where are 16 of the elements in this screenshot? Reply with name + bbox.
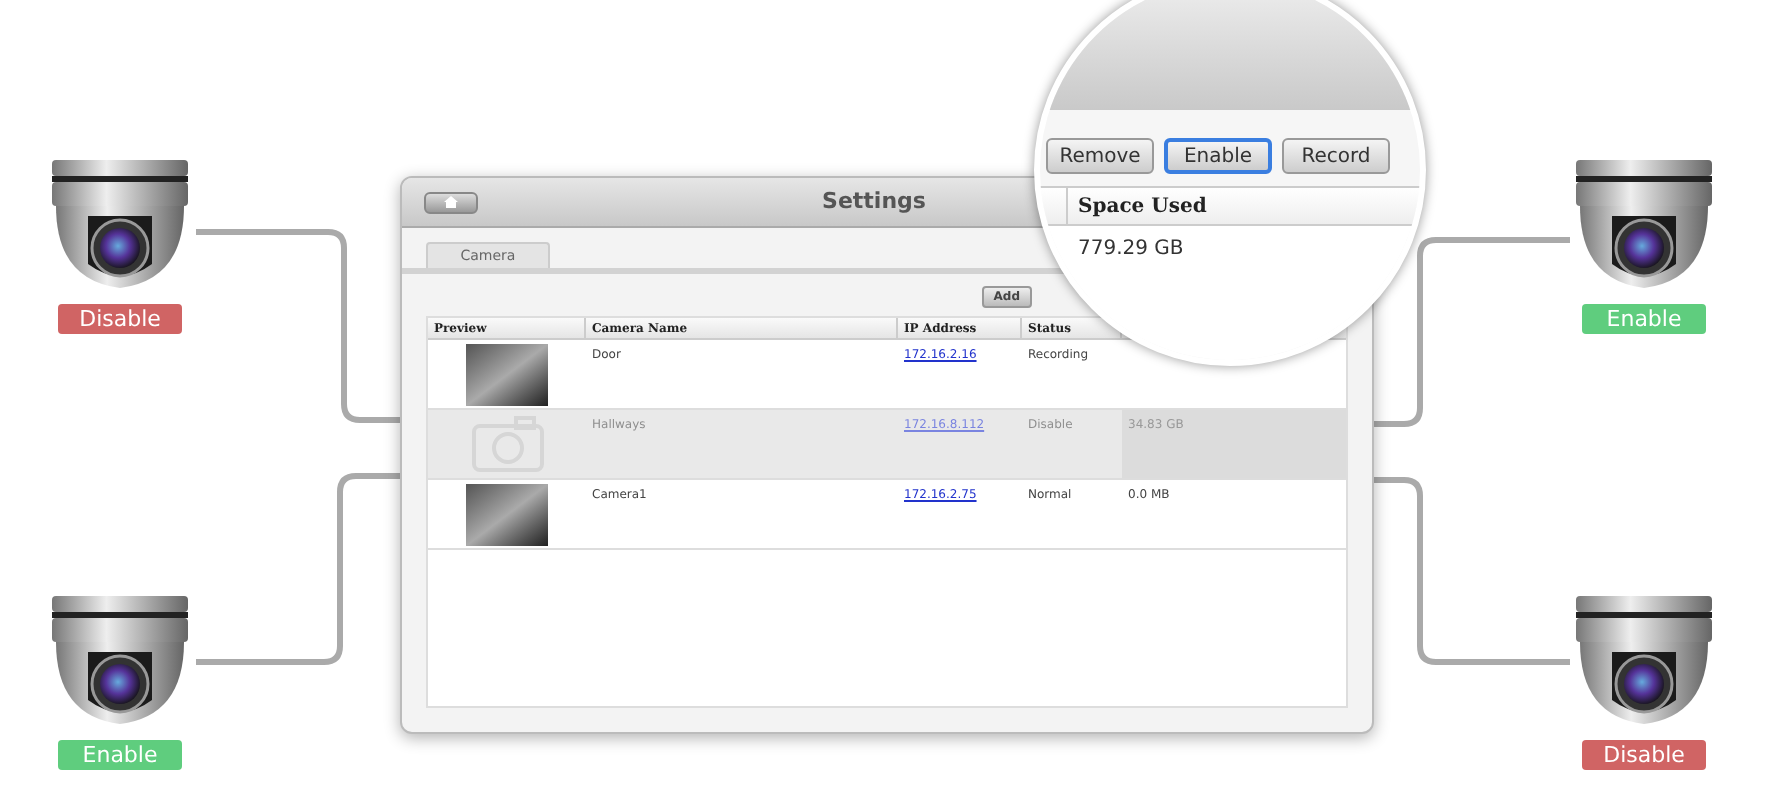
dome-camera-icon [1572,596,1716,728]
dome-camera-icon [48,596,192,728]
status-badge: Enable [1582,304,1706,334]
action-button[interactable]: Enable [1164,138,1272,174]
window-title: Settings [822,185,926,218]
action-button[interactable]: Remove [1046,138,1154,174]
dome-camera-icon [1572,160,1716,292]
status-badge: Enable [58,740,182,770]
home-icon [444,196,458,208]
status-badge: Disable [1582,740,1706,770]
column-header: Space Used [1076,194,1207,222]
status-badge: Disable [58,304,182,334]
dome-camera-icon [48,160,192,292]
table-cell-text: 779.29 GB [1076,236,1186,264]
home-button[interactable] [424,191,478,213]
action-button[interactable]: Record [1282,138,1390,174]
